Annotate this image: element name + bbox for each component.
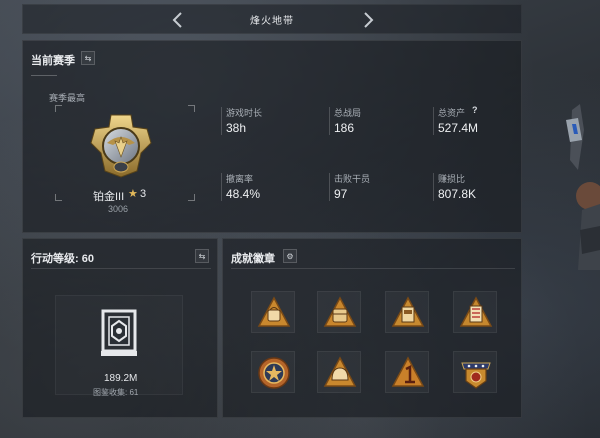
- action-level-panel: 行动等级: 60 ⇆ 189.2M 图鉴收集: 61: [22, 238, 218, 418]
- action-level-title: 行动等级: 60: [31, 253, 94, 265]
- frame-corner: [55, 194, 62, 201]
- achievement-badge[interactable]: [317, 291, 361, 333]
- stat-value: 48.4%: [226, 187, 261, 201]
- stat-label: 赚损比: [438, 174, 466, 184]
- stat-label: 游戏时长: [226, 108, 263, 118]
- stat-divider: [329, 107, 330, 135]
- stat-divider: [433, 173, 434, 201]
- stat-label: 总战局: [334, 108, 362, 118]
- achievement-badge[interactable]: [453, 351, 497, 393]
- achievement-badge[interactable]: [317, 351, 361, 393]
- chevron-left-icon[interactable]: [171, 12, 185, 28]
- medal-badge-icon: [258, 357, 290, 389]
- frame-corner: [188, 105, 195, 112]
- helmet-badge-icon: [323, 356, 357, 387]
- stat-value: 38h: [226, 121, 247, 135]
- help-icon[interactable]: ?: [472, 105, 478, 115]
- stat-divider: [433, 107, 434, 135]
- achievements-title: 成就徽章: [231, 253, 275, 265]
- stars-emblem-badge-icon: [461, 362, 491, 389]
- achievement-badge[interactable]: [453, 291, 497, 333]
- frame-corner: [188, 194, 195, 201]
- stat-divider: [221, 173, 222, 201]
- backpack-badge-icon: [323, 296, 357, 327]
- rank-name: 铂金III: [93, 191, 125, 203]
- current-season-panel: 当前赛季 ⇆ 赛季最高 铂金III ★ 3 3006 游戏时长 38h 总战局 …: [22, 40, 522, 233]
- frame-corner: [55, 105, 62, 112]
- stat-value: 97: [334, 187, 348, 201]
- chevron-right-icon[interactable]: [361, 12, 375, 28]
- achievements-panel: 成就徽章 ⚙: [222, 238, 522, 418]
- collection-value: 189.2M: [104, 373, 138, 384]
- mode-switcher: 烽火地带: [22, 4, 522, 34]
- achievement-badge[interactable]: [251, 291, 295, 333]
- stat-value: 186: [334, 121, 355, 135]
- title-divider: [231, 268, 515, 269]
- swap-icon[interactable]: ⇆: [81, 51, 95, 65]
- locker-badge-icon: [391, 296, 425, 327]
- title-divider: [31, 268, 211, 269]
- season-best-label: 赛季最高: [49, 93, 86, 103]
- achievement-badge[interactable]: [385, 291, 429, 333]
- stat-label: 撤离率: [226, 174, 254, 184]
- mode-title: 烽火地带: [250, 15, 294, 27]
- number-one-badge-icon: [391, 356, 425, 387]
- stat-value: 527.4M: [438, 121, 479, 135]
- achievement-badge[interactable]: [251, 351, 295, 393]
- rank-points: 3006: [108, 204, 129, 214]
- rank-stars: 3: [140, 188, 147, 200]
- stat-value: 807.8K: [438, 187, 477, 201]
- platinum-rank-emblem-icon: [90, 114, 152, 178]
- stat-label: 击败干员: [334, 174, 371, 184]
- door-badge-icon: [459, 296, 493, 327]
- stat-label: 总资产: [438, 108, 466, 118]
- bag-badge-icon: [257, 296, 291, 327]
- star-icon: ★: [128, 188, 138, 200]
- collection-count: 图鉴收集: 61: [93, 388, 139, 397]
- season-title: 当前赛季: [31, 55, 75, 67]
- operator-character-image: [566, 104, 600, 270]
- stat-divider: [221, 107, 222, 135]
- swap-icon[interactable]: ⇆: [195, 249, 209, 263]
- collection-cabinet-icon[interactable]: [99, 307, 139, 359]
- title-divider: [31, 75, 57, 76]
- gear-icon[interactable]: ⚙: [283, 249, 297, 263]
- stat-divider: [329, 173, 330, 201]
- achievement-badge[interactable]: [385, 351, 429, 393]
